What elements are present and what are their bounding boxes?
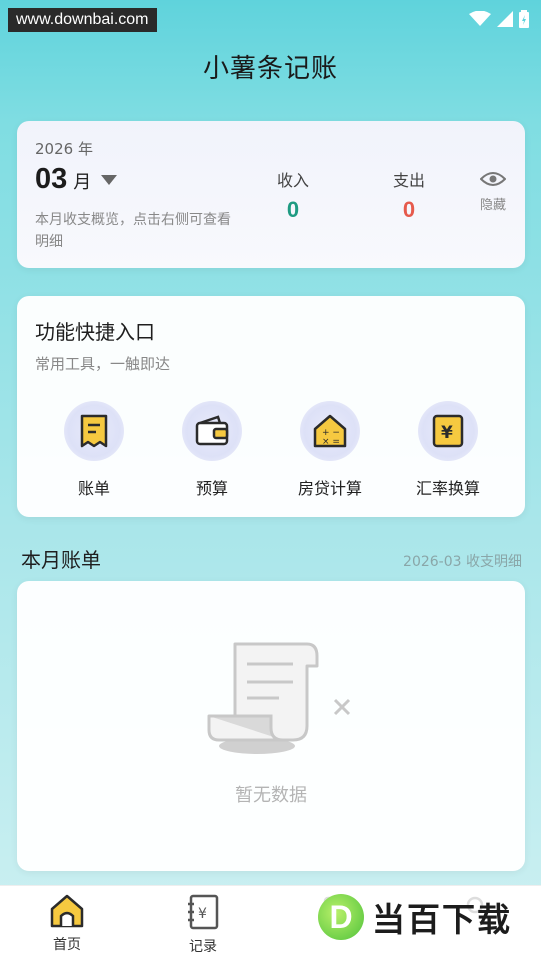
currency-yen-icon: ¥	[418, 401, 478, 461]
hide-label: 隐藏	[479, 198, 506, 213]
ledger-icon: ¥	[188, 894, 219, 930]
income-value: 0	[286, 197, 300, 222]
empty-state-text: 暂无数据	[235, 785, 307, 806]
site-watermark: www.downbai.com	[8, 8, 157, 32]
tool-budget[interactable]: 预算	[162, 401, 262, 499]
tab-label: 首页	[53, 937, 81, 953]
year-label: 2026 年	[35, 140, 93, 158]
home-icon	[50, 894, 84, 928]
status-bar	[469, 10, 529, 28]
monthly-bills-title: 本月账单	[21, 548, 101, 572]
expense-stat[interactable]: 支出 0	[379, 167, 439, 223]
svg-text:¥: ¥	[198, 906, 207, 922]
expense-label: 支出	[392, 171, 425, 190]
page-title: 小薯条记账	[202, 54, 338, 84]
tool-bill[interactable]: 账单	[44, 401, 144, 499]
tool-label: 预算	[195, 479, 228, 498]
income-stat[interactable]: 收入 0	[263, 167, 323, 223]
tab-record[interactable]: ¥ 记录	[163, 894, 243, 956]
svg-text:¥: ¥	[441, 423, 453, 443]
brand-badge: D	[318, 894, 364, 940]
tool-label: 房贷计算	[297, 479, 362, 498]
expense-value: 0	[402, 197, 416, 222]
tool-label: 汇率换算	[415, 479, 480, 498]
house-calculator-icon: + − × =	[300, 401, 360, 461]
wallet-icon	[182, 401, 242, 461]
svg-text:× =: × =	[322, 437, 340, 447]
tool-exchange[interactable]: ¥ 汇率换算	[398, 401, 498, 499]
quick-tools-subtitle: 常用工具，一触即达	[35, 355, 171, 373]
tab-home[interactable]: 首页	[27, 894, 107, 954]
brand-watermark: D 当百下载	[318, 893, 512, 941]
quick-tools-card: 功能快捷入口 常用工具，一触即达 账单 预算 + − × = 房贷计算 ¥ 汇率…	[17, 296, 525, 517]
quick-tools-title: 功能快捷入口	[35, 320, 155, 344]
summary-description: 本月收支概览，点击右侧可查看明细	[35, 212, 231, 250]
receipt-icon	[64, 401, 124, 461]
tab-label: 记录	[189, 939, 217, 955]
tool-mortgage[interactable]: + − × = 房贷计算	[280, 401, 380, 499]
signal-icon	[497, 11, 513, 27]
month-selector[interactable]: 03 月	[35, 163, 118, 196]
empty-receipt-icon	[207, 642, 351, 754]
wifi-icon	[469, 11, 491, 26]
eye-icon	[479, 172, 507, 186]
battery-icon	[519, 10, 529, 28]
brand-text: 当百下载	[372, 900, 512, 939]
monthly-bills-card: 暂无数据	[17, 581, 525, 871]
month-unit: 月	[73, 172, 92, 193]
tool-label: 账单	[77, 479, 110, 498]
hide-amounts-toggle[interactable]: 隐藏	[475, 171, 511, 213]
monthly-bills-detail-link[interactable]: 2026-03 收支明细	[403, 551, 522, 571]
caret-down-icon[interactable]	[101, 174, 118, 185]
month-summary-card[interactable]: 2026 年 03 月 本月收支概览，点击右侧可查看明细 收入 0 支出 0 隐…	[17, 121, 525, 268]
income-label: 收入	[276, 171, 309, 190]
month-number: 03	[35, 163, 68, 195]
